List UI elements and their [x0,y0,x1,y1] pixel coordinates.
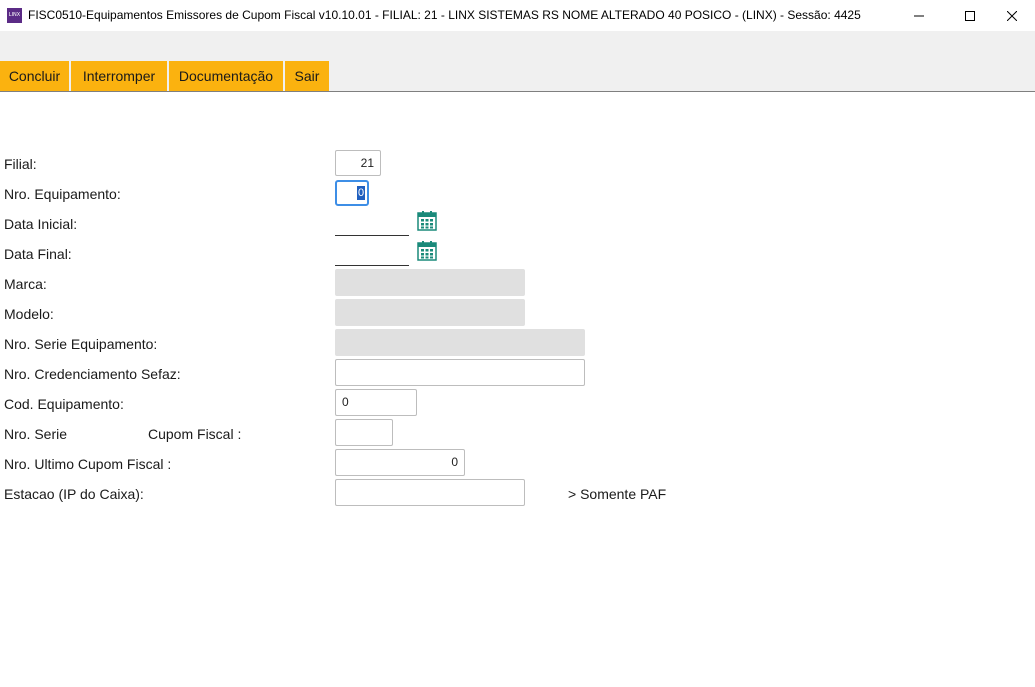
estacao-label: Estacao (IP do Caixa): [4,486,144,502]
data-inicial-calendar-icon[interactable] [417,211,437,231]
title-bar: LINX FISC0510-Equipamentos Emissores de … [0,0,1035,31]
concluir-button[interactable]: Concluir [0,61,71,91]
nro-serie-equipamento-label: Nro. Serie Equipamento: [4,336,158,352]
data-final-label: Data Final: [4,246,72,262]
nro-serie-cupom-field[interactable] [335,419,393,446]
nro-serie-label: Nro. Serie [4,426,68,442]
filial-value: 21 [360,156,374,170]
nro-credenciamento-field[interactable] [335,359,585,386]
minimize-icon [914,15,924,16]
close-icon [1007,10,1017,21]
cod-equipamento-value: 0 [342,395,349,409]
nro-equipamento-field[interactable]: 0 [335,180,369,206]
minimize-button[interactable] [896,0,942,31]
somente-paf-note: > Somente PAF [568,486,667,502]
interromper-button[interactable]: Interromper [71,61,169,91]
modelo-field [335,299,525,326]
app-logo-icon: LINX [7,8,22,23]
nro-ultimo-cupom-field[interactable]: 0 [335,449,465,476]
nro-serie-equipamento-field [335,329,585,356]
nro-ultimo-cupom-value: 0 [451,455,458,469]
filial-label: Filial: [4,156,37,172]
cod-equipamento-field[interactable]: 0 [335,389,417,416]
nro-ultimo-cupom-label: Nro. Ultimo Cupom Fiscal : [4,456,172,472]
data-inicial-label: Data Inicial: [4,216,78,232]
cod-equipamento-label: Cod. Equipamento: [4,396,124,412]
nro-equipamento-label: Nro. Equipamento: [4,186,121,202]
nro-equipamento-value: 0 [357,186,365,200]
sair-button[interactable]: Sair [285,61,329,91]
data-final-input[interactable] [335,243,409,266]
nro-credenciamento-label: Nro. Credenciamento Sefaz: [4,366,181,382]
close-button[interactable] [989,0,1035,31]
cupom-fiscal-label: Cupom Fiscal : [148,426,242,442]
maximize-icon [965,10,975,21]
estacao-field[interactable] [335,479,525,506]
marca-label: Marca: [4,276,47,292]
documentacao-button[interactable]: Documentação [169,61,285,91]
data-inicial-input[interactable] [335,213,409,236]
modelo-label: Modelo: [4,306,54,322]
window-title: FISC0510-Equipamentos Emissores de Cupom… [28,8,861,22]
filial-field[interactable]: 21 [335,150,381,176]
toolbar: Concluir Interromper Documentação Sair [0,31,1035,92]
marca-field [335,269,525,296]
maximize-button[interactable] [947,0,993,31]
data-final-calendar-icon[interactable] [417,241,437,261]
